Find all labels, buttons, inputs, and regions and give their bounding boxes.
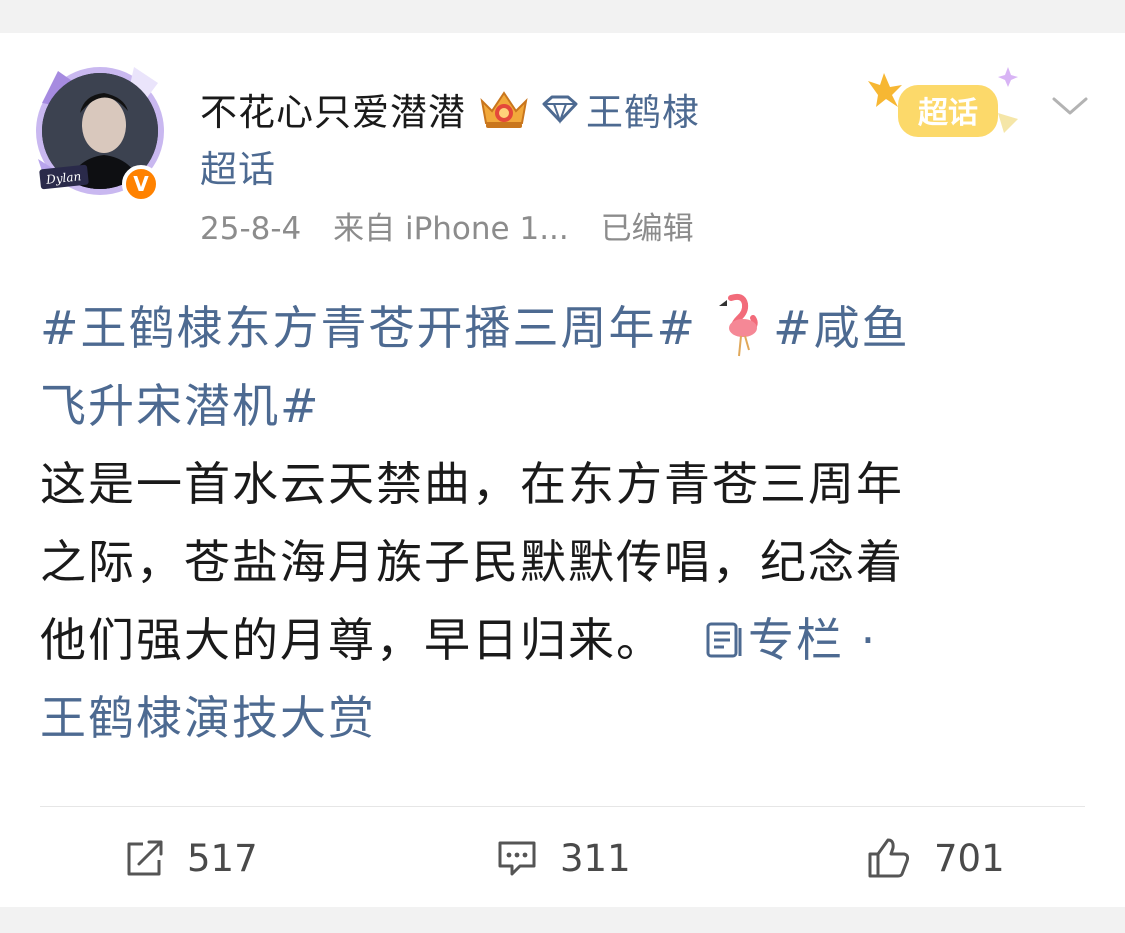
like-count: 701 [934, 836, 1005, 880]
post-card: Dylan V 不花心只爱潜潜 王鹤棣 超话 25-8-4 来自 iPhone … [0, 33, 1125, 907]
repost-icon [127, 840, 163, 876]
flamingo-icon [719, 293, 758, 357]
post-source: 来自 iPhone 1... [333, 211, 569, 247]
body-text: 他们强大的月尊，早日归来。 [40, 613, 664, 667]
topic-link[interactable]: 王鹤棣 [586, 82, 700, 136]
post-content: #王鹤棣东方青苍开播三周年# #咸鱼 飞升宋潜机# 这是一首水云天禁曲，在东方青… [40, 289, 1090, 757]
column-title-link[interactable]: 王鹤棣演技大赏 [40, 691, 376, 745]
hashtag-link[interactable]: #咸鱼 [773, 301, 910, 355]
verified-mark: V [133, 172, 149, 196]
comment-icon [498, 841, 536, 876]
crown-icon [480, 91, 528, 128]
username[interactable]: 不花心只爱潜潜 [200, 82, 466, 136]
column-link[interactable]: 专栏 · [704, 613, 877, 667]
topic-suffix-link[interactable]: 超话 [200, 139, 276, 193]
column-label: 专栏 · [748, 613, 878, 667]
hashtag-link[interactable]: #王鹤棣东方青苍开播三周年# [40, 301, 697, 355]
like-button[interactable]: 701 [866, 833, 1005, 883]
comment-count: 311 [560, 836, 631, 880]
body-text: 这是一首水云天禁曲，在东方青苍三周年 [40, 457, 904, 511]
repost-button[interactable]: 517 [123, 833, 258, 883]
supertopic-badge-label: 超话 [918, 96, 978, 131]
hashtag-link[interactable]: 飞升宋潜机# [40, 379, 321, 433]
column-icon [706, 622, 742, 658]
author-row: 不花心只爱潜潜 王鹤棣 [200, 81, 700, 137]
body-text: 之际，苍盐海月族子民默默传唱，纪念着 [40, 535, 904, 589]
diamond-icon [542, 95, 578, 124]
post-meta: 25-8-4 来自 iPhone 1... 已编辑 [200, 203, 716, 248]
avatar[interactable]: Dylan V [36, 67, 164, 203]
like-icon [868, 838, 910, 878]
post-date: 25-8-4 [200, 211, 302, 247]
comment-button[interactable]: 311 [496, 833, 631, 883]
repost-count: 517 [187, 836, 258, 880]
edited-label[interactable]: 已编辑 [601, 211, 694, 247]
divider [40, 806, 1085, 807]
chevron-down-icon[interactable] [1050, 93, 1090, 119]
supertopic-badge-icon[interactable]: 超话 [858, 63, 1028, 153]
verified-icon: V [122, 165, 160, 203]
